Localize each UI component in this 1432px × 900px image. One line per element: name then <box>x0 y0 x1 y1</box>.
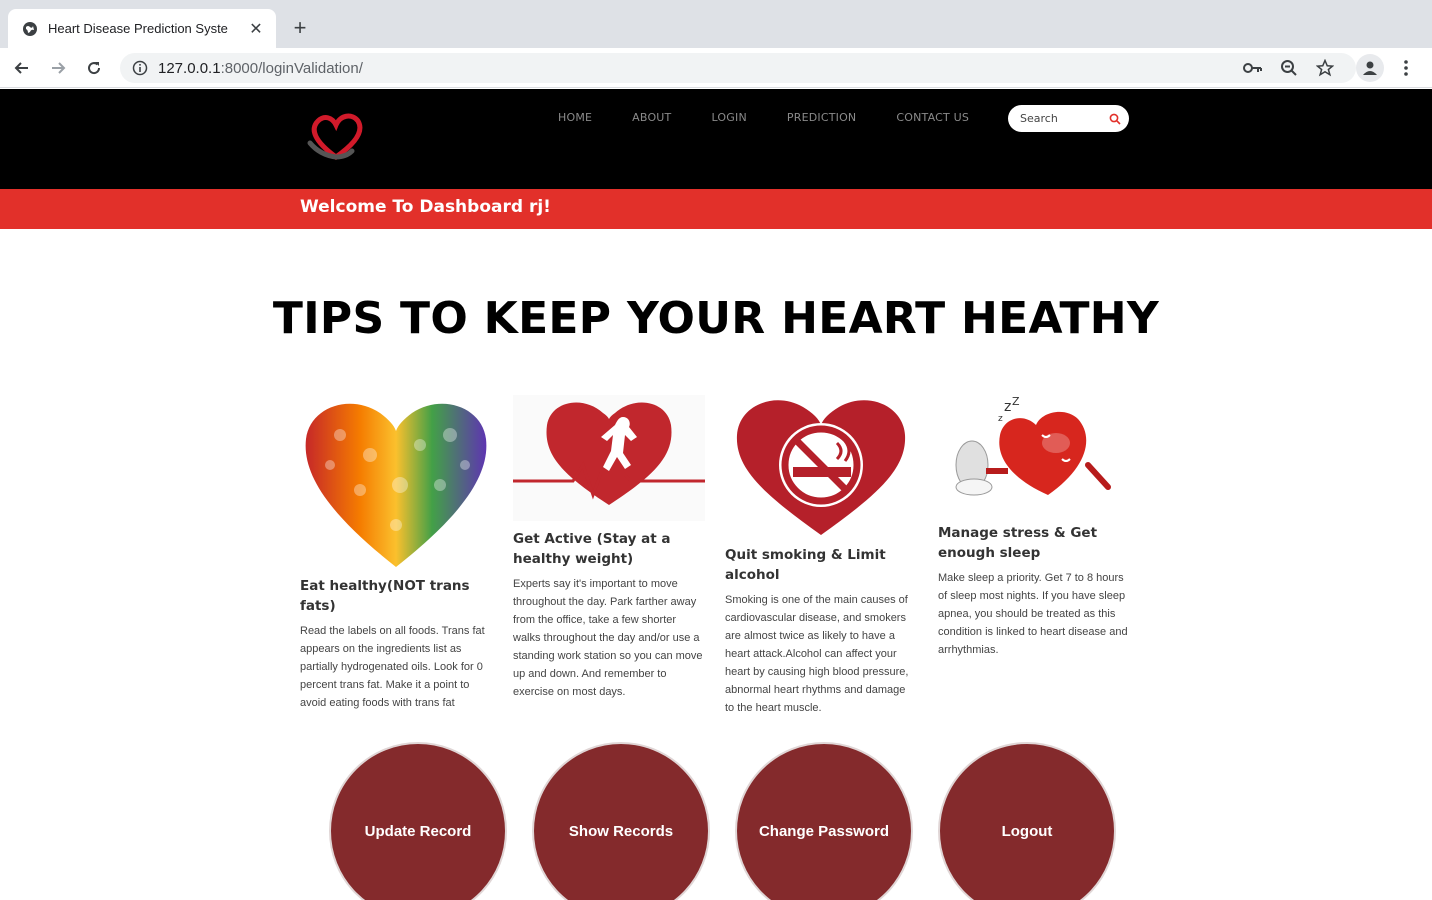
info-icon[interactable] <box>132 60 148 76</box>
nav-home[interactable]: HOME <box>558 111 592 124</box>
sleeping-heart-image: z Z z <box>955 395 1111 496</box>
browser-toolbar: 127.0.0.1:8000/loginValidation/ <box>0 48 1432 88</box>
tip-title: Manage stress & Get enough sleep <box>938 525 1098 561</box>
nav-about[interactable]: ABOUT <box>632 111 671 124</box>
close-tab-icon[interactable]: ✕ <box>246 19 266 39</box>
tip-title: Get Active (Stay at a healthy weight) <box>513 531 671 567</box>
nav-prediction[interactable]: PREDICTION <box>787 111 856 124</box>
search-icon[interactable] <box>1109 113 1121 125</box>
site-header: HOME ABOUT LOGIN PREDICTION CONTACT US <box>0 89 1432 189</box>
tab-title: Heart Disease Prediction Syste <box>48 21 228 36</box>
svg-text:z: z <box>998 414 1003 424</box>
browser-tab[interactable]: Heart Disease Prediction Syste ✕ <box>8 9 276 48</box>
tip-body: Read the labels on all foods. Trans fat … <box>300 625 485 709</box>
menu-kebab-icon[interactable] <box>1394 56 1418 80</box>
search-input[interactable] <box>1020 112 1106 125</box>
nav-login[interactable]: LOGIN <box>711 111 746 124</box>
tip-body: Experts say it's important to move throu… <box>513 578 703 698</box>
svg-text:Z: Z <box>1012 395 1020 408</box>
tip-body: Make sleep a priority. Get 7 to 8 hours … <box>938 572 1128 656</box>
forward-icon[interactable] <box>46 56 70 80</box>
fruit-heart-image <box>305 403 487 567</box>
welcome-bar: Welcome To Dashboard rj! <box>0 189 1432 229</box>
url-path: :8000/loginValidation/ <box>220 59 363 77</box>
no-smoking-heart-image <box>736 400 906 535</box>
globe-icon <box>23 21 37 36</box>
back-icon[interactable] <box>10 56 34 80</box>
tip-body: Smoking is one of the main causes of car… <box>725 594 909 714</box>
main-nav: HOME ABOUT LOGIN PREDICTION CONTACT US <box>558 111 1009 124</box>
search-box <box>1008 105 1129 132</box>
zoom-icon[interactable] <box>1277 56 1301 80</box>
heart-runner-image <box>513 395 705 521</box>
update-record-button[interactable]: Update Record <box>329 742 507 900</box>
reload-icon[interactable] <box>82 56 106 80</box>
browser-tabstrip: Heart Disease Prediction Syste ✕ + <box>0 0 1432 48</box>
tip-card-eat-healthy: Eat healthy(NOT trans fats) Read the lab… <box>300 395 492 712</box>
url-text: 127.0.0.1:8000/loginValidation/ <box>158 60 363 77</box>
tip-title: Quit smoking & Limit alcohol <box>725 547 886 583</box>
tip-card-get-active: Get Active (Stay at a healthy weight) Ex… <box>513 395 705 701</box>
tip-card-quit-smoking: Quit smoking & Limit alcohol Smoking is … <box>725 395 917 717</box>
url-host: 127.0.0.1 <box>158 59 221 77</box>
show-records-button[interactable]: Show Records <box>532 742 710 900</box>
page-title: TIPS TO KEEP YOUR HEART HEATHY <box>272 293 1160 344</box>
svg-text:z: z <box>1004 399 1011 415</box>
bookmark-star-icon[interactable] <box>1313 56 1337 80</box>
logout-button[interactable]: Logout <box>938 742 1116 900</box>
nav-contact-us[interactable]: CONTACT US <box>896 111 969 124</box>
address-bar[interactable]: 127.0.0.1:8000/loginValidation/ <box>120 53 1356 83</box>
tip-title: Eat healthy(NOT trans fats) <box>300 578 470 614</box>
new-tab-icon[interactable]: + <box>288 16 312 40</box>
heart-hand-logo[interactable] <box>306 111 366 165</box>
change-password-button[interactable]: Change Password <box>735 742 913 900</box>
tip-card-sleep: z Z z Manage stress & Get enough sleep M… <box>938 395 1130 659</box>
welcome-message: Welcome To Dashboard rj! <box>300 197 551 217</box>
profile-avatar-icon[interactable] <box>1356 54 1384 82</box>
key-icon[interactable] <box>1241 56 1265 80</box>
